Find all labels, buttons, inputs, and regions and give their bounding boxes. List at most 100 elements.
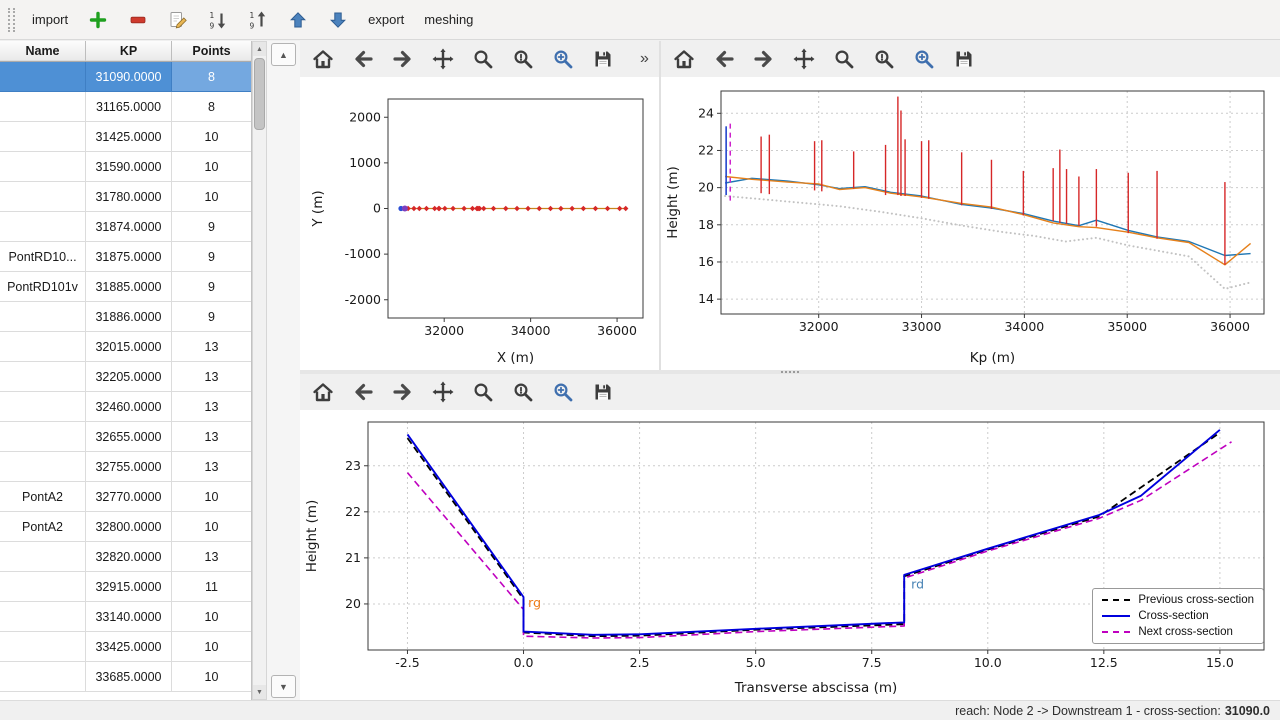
table-cell-name[interactable] xyxy=(0,602,86,632)
table-cell-name[interactable] xyxy=(0,182,86,212)
table-row[interactable]: 31886.00009 xyxy=(0,302,251,332)
table-cell-kp[interactable]: 32820.0000 xyxy=(86,542,172,572)
scroll-down-button[interactable]: ▼ xyxy=(253,685,266,699)
profile-chart[interactable]: 3200033000340003500036000141618202224Kp … xyxy=(661,77,1280,370)
import-button[interactable]: import xyxy=(25,5,75,35)
table-cell-name[interactable] xyxy=(0,152,86,182)
table-cell-name[interactable] xyxy=(0,302,86,332)
table-cell-kp[interactable]: 33140.0000 xyxy=(86,602,172,632)
table-cell-points[interactable]: 9 xyxy=(172,212,251,242)
table-row[interactable]: PontA232770.000010 xyxy=(0,482,251,512)
customize-button[interactable] xyxy=(548,377,578,407)
table-cell-points[interactable]: 10 xyxy=(172,512,251,542)
column-header-name[interactable]: Name xyxy=(0,41,86,61)
zoom-button[interactable] xyxy=(829,44,859,74)
sort-descending-button[interactable]: 19 xyxy=(241,5,275,35)
table-cell-points[interactable]: 10 xyxy=(172,662,251,692)
toolbar-overflow-button[interactable]: » xyxy=(640,50,649,68)
table-cell-kp[interactable]: 31590.0000 xyxy=(86,152,172,182)
scrollbar-thumb[interactable] xyxy=(254,58,265,130)
table-row[interactable]: 33685.000010 xyxy=(0,662,251,692)
sort-ascending-button[interactable]: 19 xyxy=(201,5,235,35)
table-cell-points[interactable]: 13 xyxy=(172,452,251,482)
edit-button[interactable] xyxy=(161,5,195,35)
table-cell-points[interactable]: 8 xyxy=(172,62,251,92)
table-cell-points[interactable]: 13 xyxy=(172,542,251,572)
table-row[interactable]: 31425.000010 xyxy=(0,122,251,152)
table-row[interactable]: 32820.000013 xyxy=(0,542,251,572)
table-cell-name[interactable] xyxy=(0,62,86,92)
table-row[interactable]: 31874.00009 xyxy=(0,212,251,242)
table-cell-kp[interactable]: 32800.0000 xyxy=(86,512,172,542)
remove-button[interactable] xyxy=(121,5,155,35)
forward-button[interactable] xyxy=(388,44,418,74)
table-row[interactable]: 32205.000013 xyxy=(0,362,251,392)
back-button[interactable] xyxy=(348,44,378,74)
subplots-button[interactable] xyxy=(508,377,538,407)
save-button[interactable] xyxy=(588,44,618,74)
add-button[interactable] xyxy=(81,5,115,35)
table-row[interactable]: 33425.000010 xyxy=(0,632,251,662)
table-cell-kp[interactable]: 31874.0000 xyxy=(86,212,172,242)
toolbar-handle[interactable] xyxy=(8,8,15,32)
table-cell-points[interactable]: 10 xyxy=(172,602,251,632)
table-cell-points[interactable]: 8 xyxy=(172,92,251,122)
table-cell-kp[interactable]: 31885.0000 xyxy=(86,272,172,302)
customize-button[interactable] xyxy=(909,44,939,74)
table-row[interactable]: 31090.00008 xyxy=(0,62,251,92)
forward-button[interactable] xyxy=(388,377,418,407)
move-up-button[interactable] xyxy=(281,5,315,35)
subplots-button[interactable] xyxy=(869,44,899,74)
table-cell-name[interactable] xyxy=(0,662,86,692)
table-cell-kp[interactable]: 32770.0000 xyxy=(86,482,172,512)
table-cell-points[interactable]: 13 xyxy=(172,422,251,452)
table-cell-name[interactable] xyxy=(0,362,86,392)
table-cell-kp[interactable]: 32915.0000 xyxy=(86,572,172,602)
table-row[interactable]: 31165.00008 xyxy=(0,92,251,122)
table-cell-points[interactable]: 9 xyxy=(172,242,251,272)
table-cell-points[interactable]: 13 xyxy=(172,392,251,422)
table-cell-kp[interactable]: 33685.0000 xyxy=(86,662,172,692)
forward-button[interactable] xyxy=(749,44,779,74)
subplots-button[interactable] xyxy=(508,44,538,74)
cross-section-canvas[interactable]: -2.50.02.55.07.510.012.515.020212223Tran… xyxy=(300,410,1280,700)
table-cell-kp[interactable]: 31090.0000 xyxy=(86,62,172,92)
home-button[interactable] xyxy=(669,44,699,74)
pan-button[interactable] xyxy=(789,44,819,74)
table-cell-points[interactable]: 9 xyxy=(172,272,251,302)
cross-section-chart[interactable]: -2.50.02.55.07.510.012.515.020212223Tran… xyxy=(300,410,1280,700)
table-cell-kp[interactable]: 32460.0000 xyxy=(86,392,172,422)
table-cell-points[interactable]: 10 xyxy=(172,182,251,212)
customize-button[interactable] xyxy=(548,44,578,74)
table-cell-points[interactable]: 13 xyxy=(172,362,251,392)
table-cell-name[interactable] xyxy=(0,572,86,602)
zoom-button[interactable] xyxy=(468,377,498,407)
table-row[interactable]: 31780.000010 xyxy=(0,182,251,212)
table-cell-kp[interactable]: 31165.0000 xyxy=(86,92,172,122)
table-cell-kp[interactable]: 32755.0000 xyxy=(86,452,172,482)
table-cell-name[interactable]: PontA2 xyxy=(0,482,86,512)
back-button[interactable] xyxy=(709,44,739,74)
panel-scroll-up-button[interactable]: ▲ xyxy=(271,43,296,66)
back-button[interactable] xyxy=(348,377,378,407)
table-row[interactable]: 32655.000013 xyxy=(0,422,251,452)
table-cell-name[interactable]: PontRD10... xyxy=(0,242,86,272)
save-button[interactable] xyxy=(588,377,618,407)
table-cell-name[interactable] xyxy=(0,392,86,422)
column-header-points[interactable]: Points xyxy=(172,41,252,61)
table-row[interactable]: 33140.000010 xyxy=(0,602,251,632)
table-row[interactable]: PontRD10...31875.00009 xyxy=(0,242,251,272)
table-row[interactable]: PontRD101v31885.00009 xyxy=(0,272,251,302)
table-cell-points[interactable]: 10 xyxy=(172,632,251,662)
export-button[interactable]: export xyxy=(361,5,411,35)
table-cell-name[interactable] xyxy=(0,422,86,452)
table-cell-kp[interactable]: 32015.0000 xyxy=(86,332,172,362)
home-button[interactable] xyxy=(308,377,338,407)
table-cell-kp[interactable]: 31886.0000 xyxy=(86,302,172,332)
move-down-button[interactable] xyxy=(321,5,355,35)
table-cell-name[interactable] xyxy=(0,212,86,242)
pan-button[interactable] xyxy=(428,44,458,74)
table-scrollbar[interactable]: ▲ ▼ xyxy=(252,41,267,700)
table-cell-points[interactable]: 10 xyxy=(172,482,251,512)
meshing-button[interactable]: meshing xyxy=(417,5,480,35)
